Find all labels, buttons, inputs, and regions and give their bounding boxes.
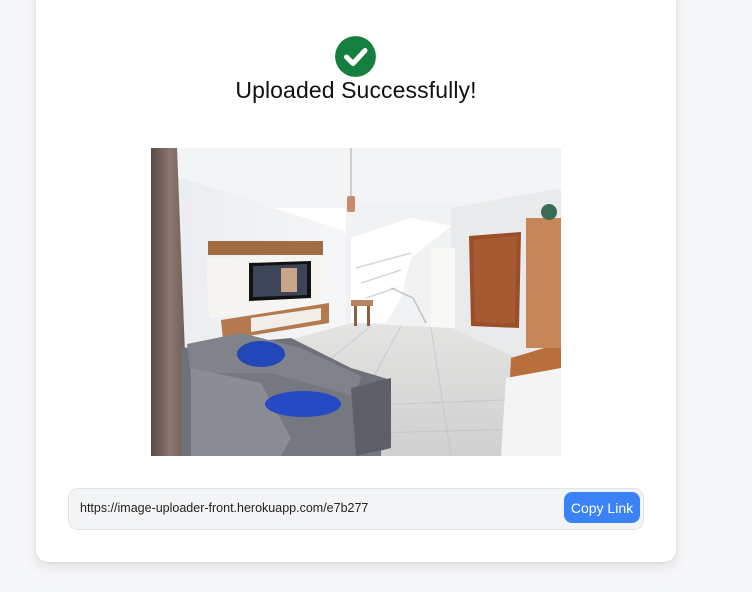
uploaded-image — [151, 148, 561, 456]
share-link-url[interactable]: https://image-uploader-front.herokuapp.c… — [80, 501, 368, 515]
share-link-bar: https://image-uploader-front.herokuapp.c… — [68, 488, 644, 530]
page-title: Uploaded Successfully! — [235, 77, 477, 103]
copy-link-button[interactable]: Copy Link — [564, 492, 640, 523]
check-circle-icon — [335, 36, 376, 77]
upload-success-card: Uploaded Successfully! https://image-upl… — [36, 0, 676, 562]
